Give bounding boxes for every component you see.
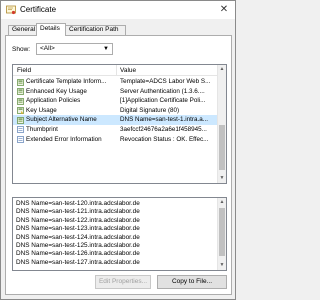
detail-line: DNS Name=san-test-122.intra.adcslabor.de	[16, 216, 140, 224]
edit-properties-button[interactable]: Edit Properties...	[95, 275, 151, 289]
scroll-up-arrow-icon[interactable]: ▲	[218, 65, 226, 74]
field-value-lines: DNS Name=san-test-120.intra.adcslabor.de…	[16, 200, 140, 267]
list-item[interactable]: Certificate Template Inform... Template=A…	[13, 77, 218, 87]
field-value-textbox[interactable]: DNS Name=san-test-120.intra.adcslabor.de…	[12, 197, 227, 271]
field-name: Thumbprint	[26, 125, 58, 133]
list-item[interactable]: Thumbprint 3aefccf24676a2a6e1f458945...	[13, 125, 218, 135]
certificate-icon	[6, 5, 16, 15]
list-item[interactable]: Extended Error Information Revocation Sta…	[13, 135, 218, 145]
list-scrollbar[interactable]: ▲ ▼	[217, 65, 226, 183]
scroll-down-arrow-icon[interactable]: ▼	[218, 174, 226, 183]
title-bar: Certificate ✕	[1, 1, 235, 19]
window-title: Certificate	[20, 5, 57, 14]
field-value: DNS Name=san-test-1.intra.a...	[120, 116, 209, 124]
tab-general[interactable]: General	[8, 25, 37, 35]
field-value: Revocation Status : OK. Effec...	[120, 135, 209, 143]
textbox-scrollbar[interactable]: ▲ ▼	[217, 198, 226, 270]
scroll-thumb[interactable]	[219, 208, 225, 256]
chevron-down-icon: ▼	[103, 46, 109, 52]
scroll-up-arrow-icon[interactable]: ▲	[218, 198, 226, 207]
field-name: Extended Error Information	[26, 135, 102, 143]
field-name: Key Usage	[26, 106, 57, 114]
extension-icon	[17, 88, 24, 95]
field-value: [1]Application Certificate Poli...	[120, 97, 206, 105]
list-rows: Certificate Template Inform... Template=A…	[13, 77, 218, 144]
field-value: 3aefccf24676a2a6e1f458945...	[120, 125, 207, 133]
list-item[interactable]: Subject Alternative Name DNS Name=san-tes…	[13, 115, 218, 125]
scroll-thumb[interactable]	[219, 125, 225, 170]
field-name: Subject Alternative Name	[26, 116, 97, 124]
field-name: Certificate Template Inform...	[26, 78, 107, 85]
critical-extension-icon	[17, 107, 24, 115]
details-panel: Show: <All> ▼ Field Value Certificate Te…	[5, 35, 232, 295]
detail-line: DNS Name=san-test-120.intra.adcslabor.de	[16, 200, 140, 207]
field-name: Enhanced Key Usage	[26, 87, 87, 95]
column-divider[interactable]	[116, 65, 117, 76]
list-item[interactable]: Application Policies [1]Application Certi…	[13, 96, 218, 106]
detail-line: DNS Name=san-test-124.intra.adcslabor.de	[16, 233, 140, 241]
field-value: Template=ADCS Labor Web S...	[120, 78, 211, 85]
property-icon	[17, 136, 24, 143]
copy-to-file-button[interactable]: Copy to File...	[157, 275, 227, 289]
list-header: Field Value	[13, 65, 218, 76]
list-item[interactable]: Key Usage Digital Signature (80)	[13, 106, 218, 116]
detail-line: DNS Name=san-test-127.intra.adcslabor.de	[16, 258, 140, 266]
tab-certification-path[interactable]: Certification Path	[65, 25, 126, 35]
scroll-down-arrow-icon[interactable]: ▼	[218, 261, 226, 270]
extension-icon	[17, 97, 24, 105]
close-button[interactable]: ✕	[217, 3, 231, 17]
fields-list[interactable]: Field Value Certificate Template Inform.…	[12, 64, 227, 184]
field-value: Server Authentication (1.3.6....	[120, 87, 205, 95]
field-name: Application Policies	[26, 97, 81, 105]
property-icon	[17, 126, 24, 134]
show-dropdown[interactable]: <All> ▼	[36, 43, 113, 55]
detail-line: DNS Name=san-test-126.intra.adcslabor.de	[16, 250, 140, 258]
list-item[interactable]: Enhanced Key Usage Server Authentication …	[13, 87, 218, 97]
certificate-dialog: Certificate ✕ General Details Certificat…	[0, 0, 236, 300]
detail-line: DNS Name=san-test-123.intra.adcslabor.de	[16, 225, 140, 233]
detail-line: DNS Name=san-test-125.intra.adcslabor.de	[16, 242, 140, 250]
column-header-value[interactable]: Value	[120, 67, 136, 74]
extension-icon	[17, 78, 24, 86]
column-header-field[interactable]: Field	[17, 67, 31, 74]
extension-icon	[17, 117, 24, 124]
detail-line: DNS Name=san-test-121.intra.adcslabor.de	[16, 208, 140, 216]
show-label: Show:	[12, 46, 31, 53]
tab-details[interactable]: Details	[36, 23, 66, 36]
show-dropdown-value: <All>	[40, 45, 55, 52]
field-value: Digital Signature (80)	[120, 106, 180, 114]
